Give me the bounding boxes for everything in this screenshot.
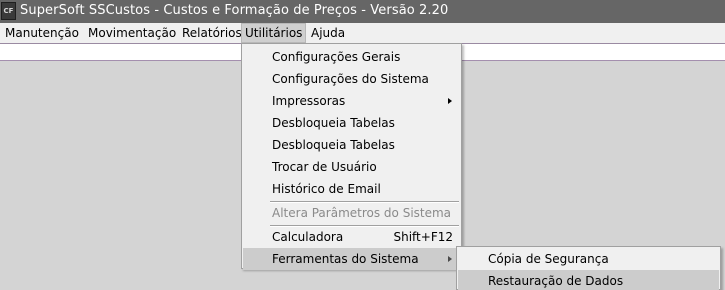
menu-item-label: Cópia de Segurança — [488, 252, 609, 266]
chevron-right-icon — [448, 256, 452, 262]
menu-item-copia-seguranca[interactable]: Cópia de Segurança — [458, 248, 719, 270]
menu-ajuda[interactable]: Ajuda — [308, 23, 348, 43]
menu-item-label: Histórico de Email — [272, 182, 381, 196]
menu-item-shortcut: Shift+F12 — [393, 230, 453, 244]
menu-item-historico-email[interactable]: Histórico de Email — [243, 178, 460, 200]
menu-item-label: Trocar de Usuário — [272, 160, 377, 174]
app-icon[interactable]: CF — [1, 2, 16, 20]
menu-item-impressoras[interactable]: Impressoras — [243, 90, 460, 112]
menu-item-label: Impressoras — [272, 94, 346, 108]
menu-item-label: Configurações do Sistema — [272, 72, 429, 86]
menu-item-desbloqueia-tabelas-2[interactable]: Desbloqueia Tabelas — [243, 134, 460, 156]
menu-item-label: Restauração de Dados — [488, 274, 624, 288]
menu-bar: Manutenção Movimentação Relatórios Utili… — [0, 23, 725, 43]
menu-movimentacao[interactable]: Movimentação — [85, 23, 179, 43]
menu-relatorios[interactable]: Relatórios — [179, 23, 245, 43]
utilitarios-dropdown: Configurações Gerais Configurações do Si… — [241, 43, 462, 270]
menu-item-desbloqueia-tabelas[interactable]: Desbloqueia Tabelas — [243, 112, 460, 134]
menu-manutencao[interactable]: Manutenção — [2, 23, 82, 43]
menu-item-label: Ferramentas do Sistema — [272, 252, 419, 266]
menu-item-label: Desbloqueia Tabelas — [272, 116, 395, 130]
menu-item-restauracao-dados[interactable]: Restauração de Dados — [458, 270, 719, 290]
ferramentas-submenu: Cópia de Segurança Restauração de Dados — [456, 246, 721, 290]
menu-item-calculadora[interactable]: Calculadora Shift+F12 — [243, 226, 460, 248]
title-bar[interactable]: CF SuperSoft SSCustos - Custos e Formaçã… — [0, 0, 725, 23]
chevron-right-icon — [448, 98, 452, 104]
menu-item-label: Configurações Gerais — [272, 50, 401, 64]
menu-utilitarios[interactable]: Utilitários — [241, 23, 307, 43]
menu-item-label: Altera Parâmetros do Sistema — [272, 206, 452, 220]
menu-item-label: Calculadora — [272, 230, 344, 244]
menu-item-ferramentas-sistema[interactable]: Ferramentas do Sistema — [243, 248, 460, 270]
menu-item-trocar-usuario[interactable]: Trocar de Usuário — [243, 156, 460, 178]
menu-item-altera-parametros: Altera Parâmetros do Sistema — [243, 202, 460, 224]
menu-item-configuracoes-sistema[interactable]: Configurações do Sistema — [243, 68, 460, 90]
menu-item-label: Desbloqueia Tabelas — [272, 138, 395, 152]
menu-item-configuracoes-gerais[interactable]: Configurações Gerais — [243, 46, 460, 68]
main-window: CF SuperSoft SSCustos - Custos e Formaçã… — [0, 0, 725, 290]
window-title: SuperSoft SSCustos - Custos e Formação d… — [20, 3, 449, 18]
